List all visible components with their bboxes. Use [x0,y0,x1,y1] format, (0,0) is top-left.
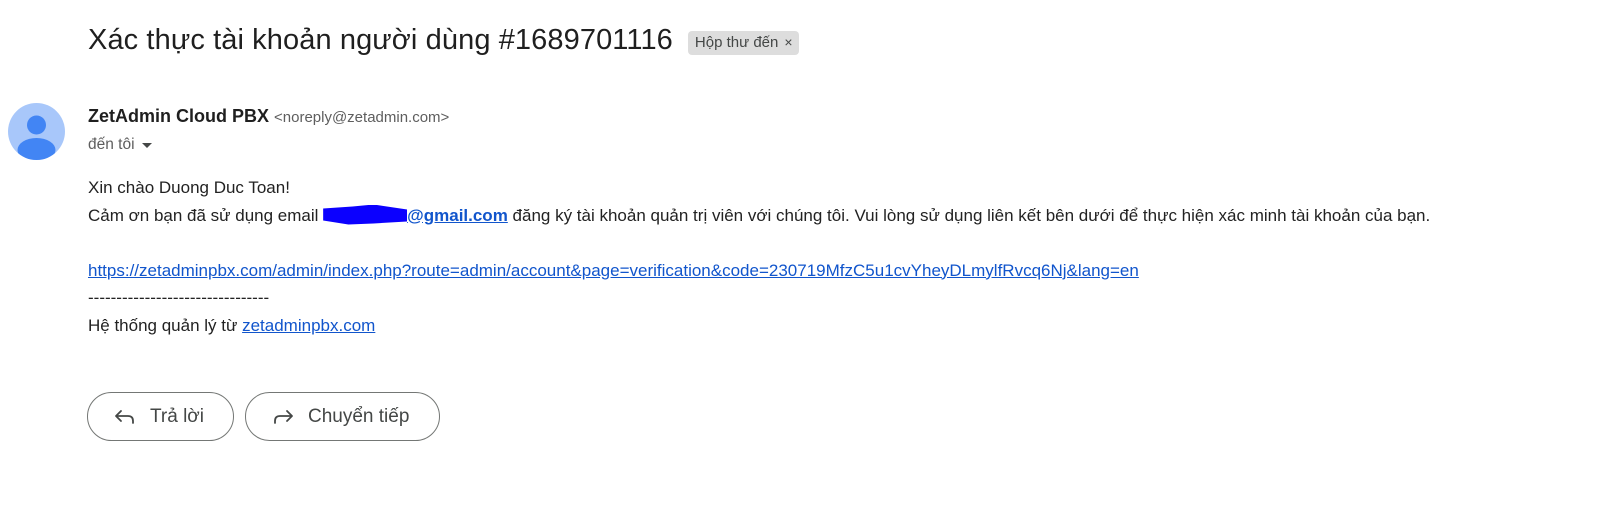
separator: -------------------------------- [88,288,270,307]
footer-website-link[interactable]: zetadminpbx.com [242,316,375,335]
verification-link[interactable]: https://zetadminpbx.com/admin/index.php?… [88,261,1139,280]
reply-arrow-icon [115,409,134,424]
email-body: Xin chào Duong Duc Toan! Cảm ơn bạn đã s… [88,174,1430,339]
body-message-prefix: Cảm ơn bạn đã sử dụng email [88,205,324,225]
body-greeting: Xin chào Duong Duc Toan! [88,178,290,197]
reply-button[interactable]: Trả lời [87,392,234,441]
inbox-label-chip[interactable]: Hộp thư đến × [687,30,799,55]
email-subject: Xác thực tài khoản người dùng #168970111… [88,24,673,56]
subject-row: Xác thực tài khoản người dùng #168970111… [88,24,799,57]
inbox-label-text: Hộp thư đến [694,33,779,51]
email-view: Xác thực tài khoản người dùng #168970111… [0,0,1600,519]
caret-down-icon[interactable] [141,142,152,148]
reply-label: Trả lời [150,405,204,427]
recipient-email-link[interactable]: @gmail.com [407,206,508,225]
verification-link-line: https://zetadminpbx.com/admin/index.php?… [88,257,1430,285]
footer-line: Hệ thống quản lý từ zetadminpbx.com [88,312,1430,340]
sender-email: <noreply@zetadmin.com> [274,109,450,126]
footer-prefix: Hệ thống quản lý từ [88,315,243,335]
recipient-line: đến tôi [88,136,152,154]
body-message: Cảm ơn bạn đã sử dụng email @gmail.com đ… [88,202,1430,230]
forward-arrow-icon [274,409,293,424]
redacted-email-mark [323,204,408,225]
sender-name[interactable]: ZetAdmin Cloud PBX [88,106,269,127]
forward-label: Chuyển tiếp [308,405,410,427]
forward-button[interactable]: Chuyển tiếp [245,392,440,441]
remove-label-icon[interactable]: × [784,34,792,50]
default-person-avatar-icon [17,115,56,160]
reply-actions: Trả lời Chuyển tiếp [87,392,440,441]
sender-avatar[interactable] [8,103,65,160]
sender-line: ZetAdmin Cloud PBX <noreply@zetadmin.com… [88,106,449,127]
recipient-text: đến tôi [88,136,135,153]
body-message-suffix: đăng ký tài khoản quản trị viên với chún… [507,205,1431,225]
